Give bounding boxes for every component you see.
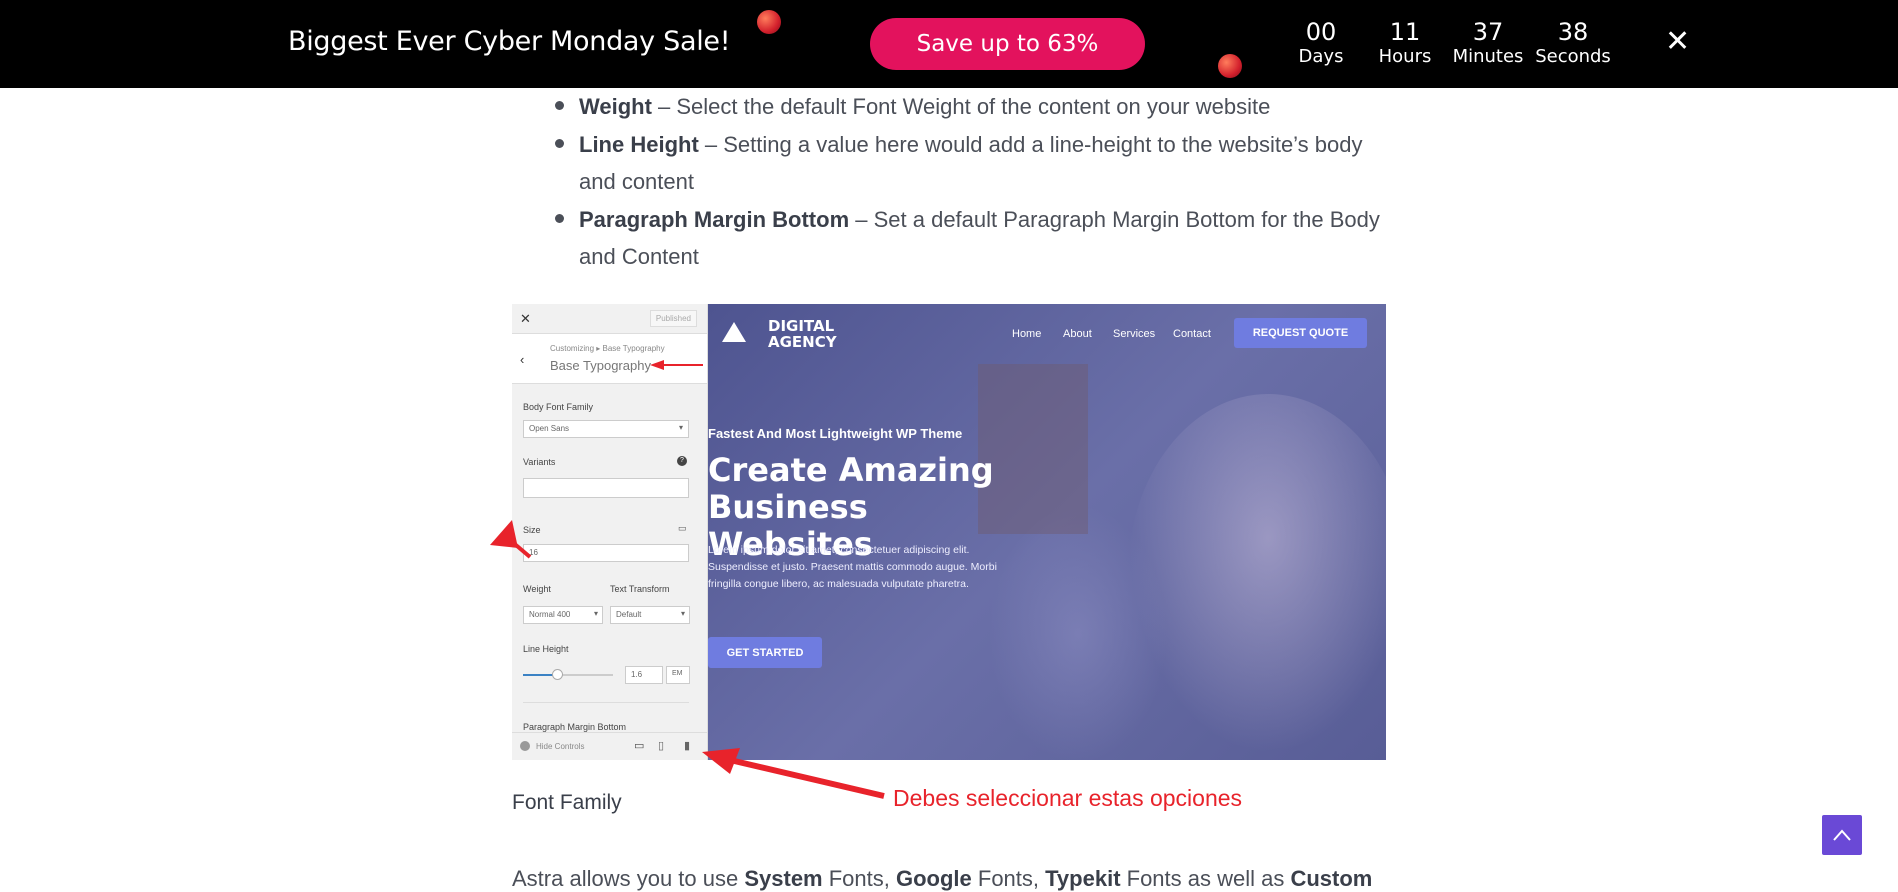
countdown-value: 11	[1389, 18, 1421, 46]
logo-icon	[722, 322, 746, 342]
field-value: 1.6	[631, 670, 643, 679]
site-nav-services: Services	[1113, 328, 1156, 340]
text-run-bold: Typekit	[1045, 866, 1121, 891]
field-value: 16	[529, 548, 538, 557]
photo-background	[1128, 394, 1386, 754]
line-height-field: 1.6	[625, 666, 663, 684]
countdown-minutes: 37 Minutes	[1450, 18, 1526, 68]
countdown-value: 37	[1472, 18, 1504, 46]
get-started-button: GET STARTED	[708, 637, 822, 668]
countdown-value: 00	[1305, 18, 1337, 46]
hide-controls-label: Hide Controls	[536, 742, 585, 751]
promo-bar: Biggest Ever Cyber Monday Sale! Save up …	[0, 0, 1898, 88]
text-run: Astra allows you to use	[512, 866, 745, 891]
list-item: Line Height – Setting a value here would…	[555, 126, 1385, 200]
customizer-screenshot: ✕ Published ‹ Customizing ▸ Base Typogra…	[512, 304, 1386, 760]
published-button: Published	[649, 310, 697, 327]
hide-controls-icon	[520, 741, 530, 751]
customizer-panel: ✕ Published ‹ Customizing ▸ Base Typogra…	[512, 304, 708, 760]
breadcrumb-title: Base Typography	[550, 358, 651, 373]
site-nav-about: About	[1063, 328, 1092, 340]
annotation-text: Debes seleccionar estas opciones	[893, 785, 1243, 811]
request-quote-button: REQUEST QUOTE	[1234, 318, 1367, 348]
countdown-label: Seconds	[1535, 46, 1611, 67]
weight-label: Weight	[523, 584, 551, 594]
paragraph-margin-bottom-label: Paragraph Margin Bottom	[523, 722, 627, 732]
logo-line: AGENCY	[768, 333, 837, 351]
list-item-term: Weight	[579, 94, 652, 119]
help-icon: ?	[677, 456, 687, 466]
panel-footer: Hide Controls ▭ ▯ ▮	[512, 732, 708, 760]
text-run-bold: System	[744, 866, 823, 891]
site-nav-home: Home	[1012, 328, 1042, 340]
breadcrumb-path: Customizing ▸ Base Typography	[550, 344, 665, 353]
countdown-days: 00 Days	[1296, 18, 1346, 68]
decorative-ornament-icon	[757, 10, 781, 34]
select-value: Open Sans	[529, 424, 570, 433]
countdown-seconds: 38 Seconds	[1533, 18, 1613, 68]
select-value: Normal 400	[529, 610, 571, 619]
hero-tagline: Fastest And Most Lightweight WP Theme	[708, 426, 963, 441]
countdown-hours: 11 Hours	[1375, 18, 1435, 68]
list-item: Paragraph Margin Bottom – Set a default …	[555, 201, 1385, 275]
font-family-heading: Font Family	[512, 791, 622, 814]
panel-topbar: ✕ Published	[512, 304, 707, 334]
countdown-label: Minutes	[1452, 46, 1524, 67]
decorative-ornament-icon	[1218, 54, 1242, 78]
close-icon: ✕	[520, 311, 531, 326]
weight-select: Normal 400 ▾	[523, 606, 603, 624]
chevron-up-icon	[1833, 829, 1851, 841]
breadcrumb: ‹ Customizing ▸ Base Typography Base Typ…	[512, 334, 707, 384]
divider	[523, 702, 689, 703]
line-height-label: Line Height	[523, 644, 569, 654]
chevron-down-icon: ▾	[593, 609, 598, 618]
typography-options-list: Weight – Select the default Font Weight …	[555, 88, 1385, 276]
site-nav-contact: Contact	[1173, 328, 1211, 340]
hero-headline-line: Create Amazing	[708, 451, 994, 489]
article-paragraph: Astra allows you to use System Fonts, Go…	[512, 866, 1372, 892]
list-item-term: Paragraph Margin Bottom	[579, 207, 850, 232]
chevron-down-icon: ▾	[678, 423, 683, 432]
select-value: Default	[616, 610, 642, 619]
list-item-term: Line Height	[579, 132, 699, 157]
variants-label: Variants	[523, 457, 556, 467]
size-field: 16	[523, 544, 689, 562]
size-label: Size	[523, 525, 541, 535]
unit-value: EM	[672, 670, 683, 677]
countdown-value: 38	[1557, 18, 1589, 46]
text-run-bold: Custom	[1290, 866, 1373, 891]
line-height-unit: EM	[666, 666, 690, 684]
text-run: Fonts,	[971, 866, 1046, 891]
line-height-slider-handle	[552, 669, 563, 680]
text-run: Fonts,	[822, 866, 896, 891]
body-font-family-label: Body Font Family	[523, 402, 594, 412]
hero-paragraph: Lorem ipsum dolor sit amet, consectetuer…	[708, 544, 997, 590]
text-run: Fonts as well as	[1120, 866, 1291, 891]
countdown-label: Hours	[1378, 46, 1432, 67]
desktop-icon: ▭	[678, 523, 687, 533]
logo-line: DIGITAL	[768, 317, 835, 335]
body-font-family-select: Open Sans ▾	[523, 420, 689, 438]
promo-title: Biggest Ever Cyber Monday Sale!	[288, 26, 731, 57]
close-icon[interactable]: ✕	[1665, 24, 1690, 59]
list-item-text: – Select the default Font Weight of the …	[651, 94, 1271, 119]
text-transform-select: Default ▾	[610, 606, 690, 624]
chevron-down-icon: ▾	[680, 609, 685, 618]
site-preview: DIGITAL AGENCY Home About Services Conta…	[708, 304, 1386, 760]
chevron-left-icon: ‹	[520, 352, 525, 367]
scroll-to-top-button[interactable]	[1822, 815, 1862, 855]
countdown-label: Days	[1298, 46, 1344, 67]
desktop-preview-icon: ▭	[634, 740, 645, 752]
tablet-preview-icon: ▯	[658, 740, 665, 752]
variants-field	[523, 478, 689, 498]
list-item: Weight – Select the default Font Weight …	[555, 88, 1385, 125]
promo-cta-button[interactable]: Save up to 63%	[870, 18, 1145, 70]
text-run-bold: Google	[895, 866, 972, 891]
text-transform-label: Text Transform	[610, 584, 670, 594]
mobile-preview-icon: ▮	[684, 740, 691, 752]
site-logo: DIGITAL AGENCY	[768, 318, 837, 350]
